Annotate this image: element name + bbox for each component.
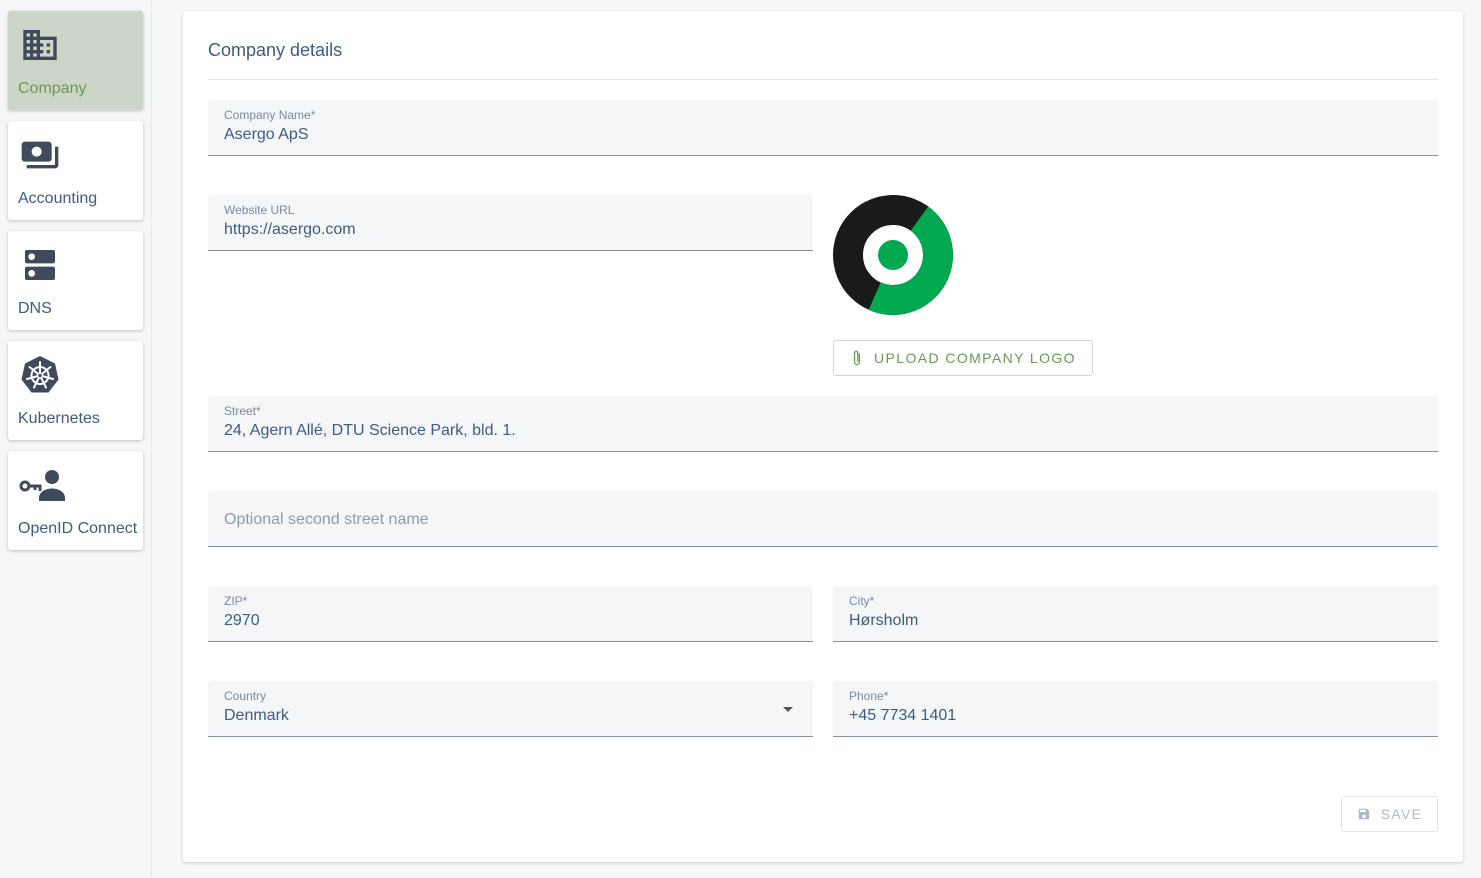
sidebar-item-label: DNS xyxy=(18,300,52,317)
sidebar-item-label: Company xyxy=(18,80,87,97)
kubernetes-icon xyxy=(21,356,59,393)
phone-field[interactable]: Phone* +45 7734 1401 xyxy=(833,681,1438,737)
save-icon xyxy=(1358,808,1369,820)
chevron-down-icon[interactable] xyxy=(783,707,793,712)
key-person-icon xyxy=(19,470,65,501)
sidebar-item-company[interactable]: Company xyxy=(8,11,143,110)
company-name-field[interactable]: Company Name* Asergo ApS xyxy=(208,100,1438,156)
sidebar-item-openid-connect[interactable]: OpenID Connect xyxy=(8,451,143,550)
field-label: Phone* xyxy=(849,689,889,703)
field-label: City* xyxy=(849,594,875,608)
city-field[interactable]: City* Hørsholm xyxy=(833,586,1438,642)
field-label: Website URL xyxy=(224,203,295,217)
upload-company-logo-button[interactable]: UPLOAD COMPANY LOGO xyxy=(833,340,1093,376)
sidebar-item-label: Kubernetes xyxy=(18,410,100,427)
sidebar-item-accounting[interactable]: Accounting xyxy=(8,121,143,220)
sidebar-item-kubernetes[interactable]: Kubernetes xyxy=(8,341,143,440)
page-title: Company details xyxy=(208,40,343,60)
street-field[interactable]: Street* 24, Agern Allé, DTU Science Park… xyxy=(208,396,1438,452)
sidebar-item-label: OpenID Connect xyxy=(18,520,138,537)
field-value: 24, Agern Allé, DTU Science Park, bld. 1… xyxy=(224,422,516,439)
field-placeholder: Optional second street name xyxy=(224,511,429,528)
paperclip-icon xyxy=(853,350,861,366)
money-icon xyxy=(21,141,59,169)
sidebar: Company Accounting DNS Kubernetes OpenID… xyxy=(0,0,152,878)
field-value: 2970 xyxy=(224,612,260,629)
save-button-label: SAVE xyxy=(1380,806,1423,822)
upload-button-label: UPLOAD COMPANY LOGO xyxy=(874,350,1076,366)
website-url-field[interactable]: Website URL https://asergo.com xyxy=(208,195,813,251)
street2-field[interactable]: Optional second street name xyxy=(208,491,1438,547)
field-label: Company Name* xyxy=(224,108,316,122)
field-label: Street* xyxy=(224,404,261,418)
sidebar-item-dns[interactable]: DNS xyxy=(8,231,143,330)
zip-field[interactable]: ZIP* 2970 xyxy=(208,586,813,642)
company-details-card: Company details Company Name* Asergo ApS… xyxy=(183,11,1463,862)
field-value: Asergo ApS xyxy=(224,126,309,143)
company-logo xyxy=(833,195,953,315)
sidebar-item-label: Accounting xyxy=(18,190,98,207)
field-label: ZIP* xyxy=(224,594,248,608)
country-select[interactable]: Country Denmark xyxy=(208,681,813,737)
field-value: Hørsholm xyxy=(849,612,919,629)
dns-icon xyxy=(25,250,55,280)
field-value: https://asergo.com xyxy=(224,221,356,238)
divider xyxy=(208,79,1438,80)
save-button[interactable]: SAVE xyxy=(1341,796,1438,832)
field-value: Denmark xyxy=(224,707,289,724)
field-label: Country xyxy=(224,689,267,703)
building-icon xyxy=(23,30,57,60)
field-value: +45 7734 1401 xyxy=(849,707,957,724)
